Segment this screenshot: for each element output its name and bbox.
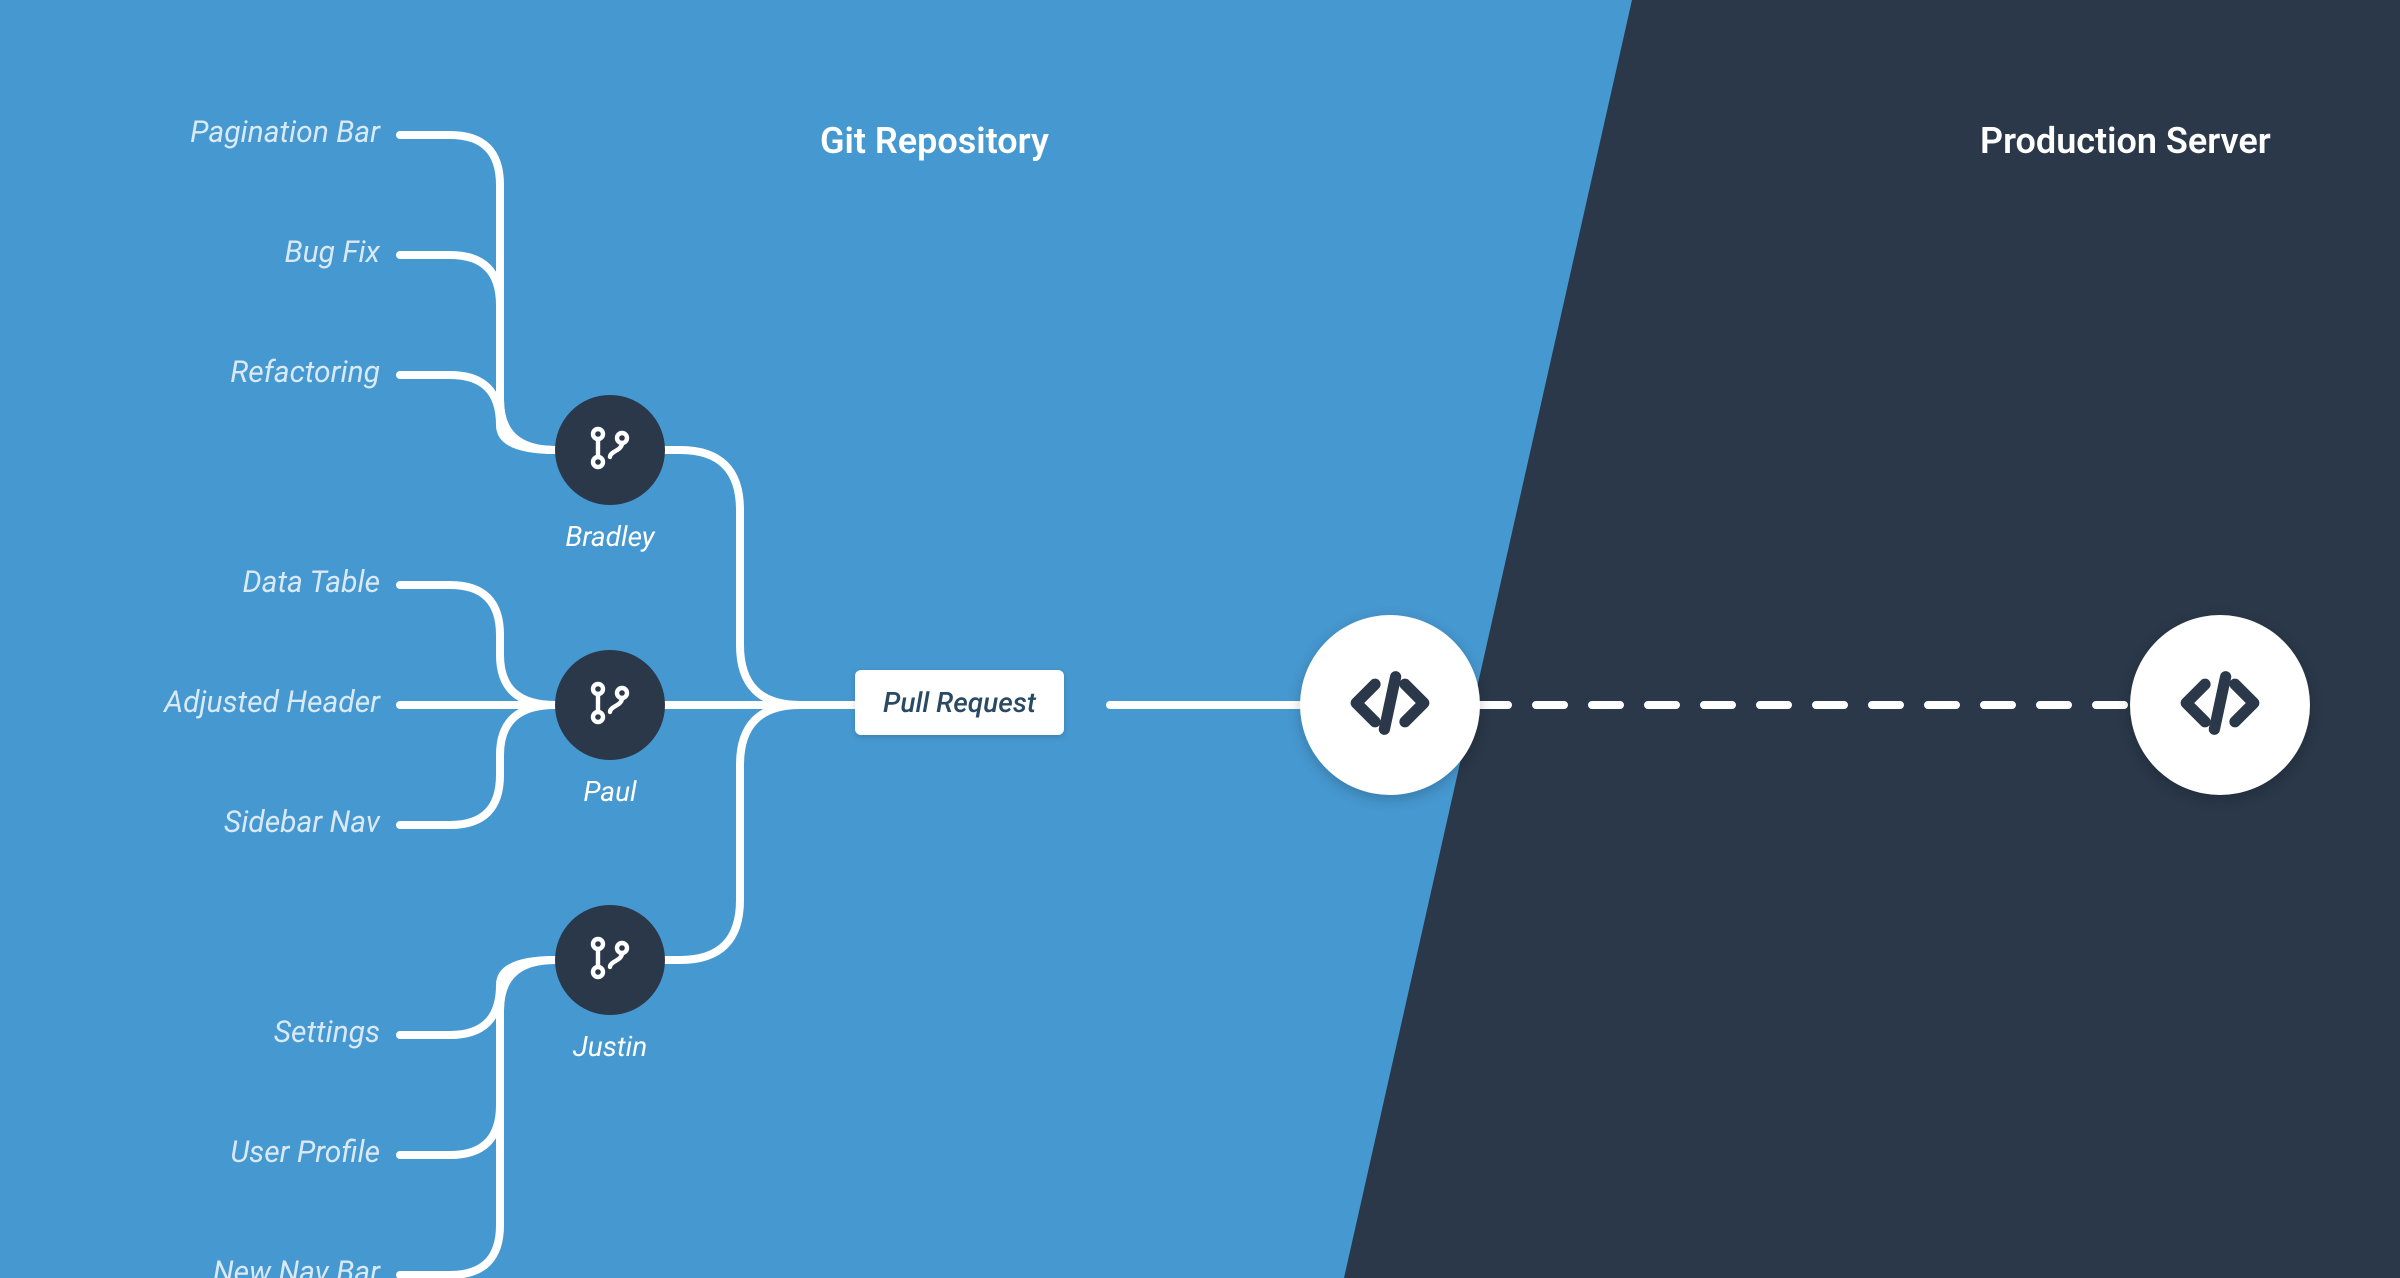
git-branch-icon xyxy=(586,679,634,731)
git-branch-icon xyxy=(586,934,634,986)
diagram-canvas: { "titles": { "repository": "Git Reposit… xyxy=(0,0,2400,1278)
repository-code-circle xyxy=(1300,615,1480,795)
developer-label: Paul xyxy=(540,775,680,808)
branch-label: New Nav Bar xyxy=(100,1255,380,1278)
pull-request-box: Pull Request xyxy=(855,670,1064,735)
production-code-circle xyxy=(2130,615,2310,795)
branch-label: User Profile xyxy=(100,1135,380,1170)
developer-label: Bradley xyxy=(540,520,680,553)
git-branch-icon xyxy=(586,424,634,476)
developer-node-justin xyxy=(555,905,665,1015)
branch-label: Refactoring xyxy=(100,355,380,390)
branch-label: Data Table xyxy=(100,565,380,600)
developer-node-paul xyxy=(555,650,665,760)
code-icon xyxy=(2175,658,2265,752)
branch-label: Bug Fix xyxy=(100,235,380,270)
repository-title: Git Repository xyxy=(820,120,1049,162)
branch-label: Pagination Bar xyxy=(100,115,380,150)
production-title: Production Server xyxy=(1980,120,2271,162)
developer-label: Justin xyxy=(540,1030,680,1063)
code-icon xyxy=(1345,658,1435,752)
branch-label: Settings xyxy=(100,1015,380,1050)
branch-label: Adjusted Header xyxy=(100,685,380,720)
branch-label: Sidebar Nav xyxy=(100,805,380,840)
developer-node-bradley xyxy=(555,395,665,505)
